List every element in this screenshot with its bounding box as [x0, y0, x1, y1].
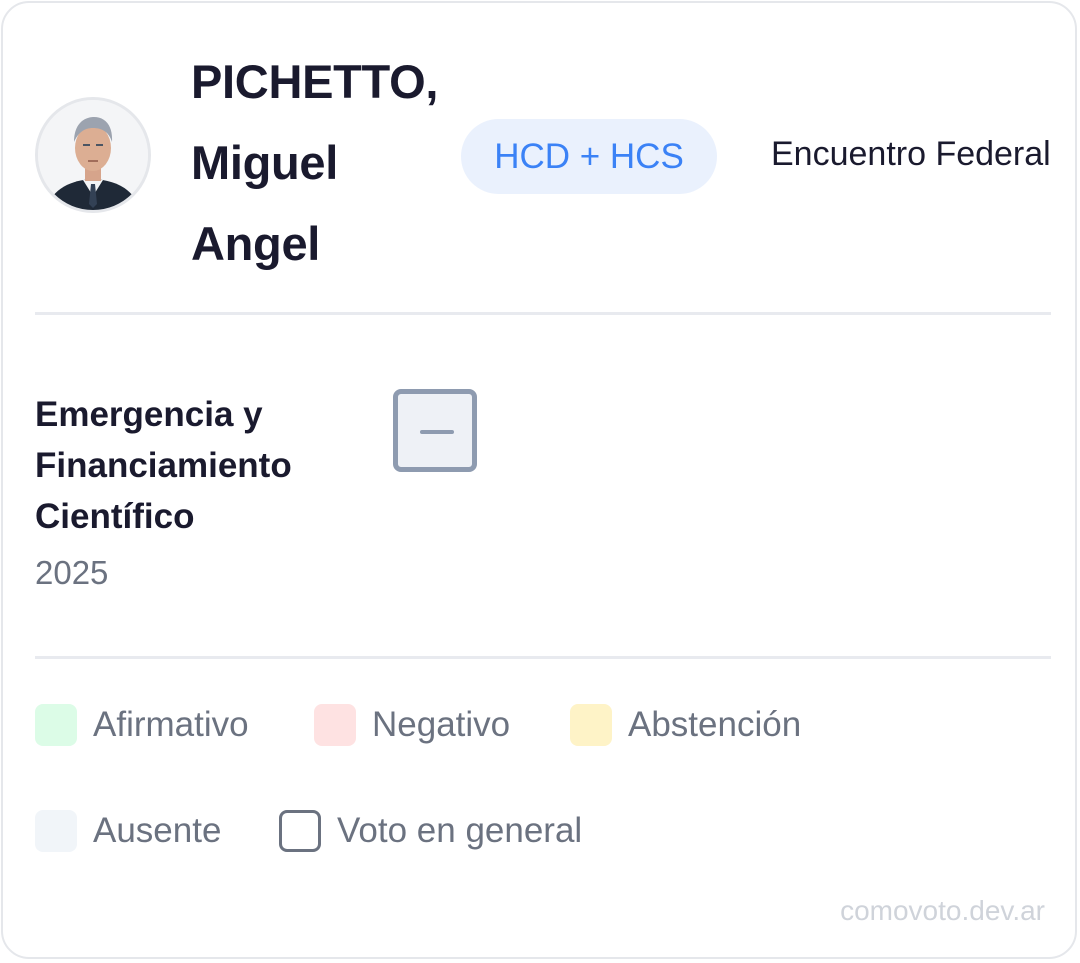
legend-swatch-abstencion	[570, 704, 612, 746]
legend-label: Voto en general	[337, 811, 583, 850]
legend-item-voto-general: Voto en general	[279, 810, 582, 852]
name-line: Angel	[191, 217, 321, 270]
legend-swatch-voto-general	[279, 810, 321, 852]
vote-title-line: Emergencia y	[35, 395, 263, 434]
party-label: Encuentro Federal	[771, 135, 1051, 173]
legend-swatch-afirmativo	[35, 704, 77, 746]
name-line: Miguel	[191, 136, 339, 189]
person-photo-icon	[38, 100, 148, 210]
divider	[35, 312, 1051, 315]
vote-title-line: Financiamiento	[35, 446, 292, 485]
site-watermark: comovoto.dev.ar	[840, 895, 1045, 926]
legend-label: Ausente	[93, 811, 222, 850]
legend-swatch-negativo	[314, 704, 356, 746]
legend-swatch-ausente	[35, 810, 77, 852]
divider	[35, 656, 1051, 659]
legend-item-ausente: Ausente	[35, 810, 221, 852]
legend-item-negativo: Negativo	[314, 704, 510, 746]
vote-title-line: Científico	[35, 497, 195, 536]
legend-label: Negativo	[372, 705, 511, 744]
legend-item-abstencion: Abstención	[570, 704, 801, 746]
legend-label: Abstención	[628, 705, 802, 744]
legislator-name: PICHETTO, Miguel Angel	[191, 41, 481, 284]
vote-title: Emergencia y Financiamiento Científico	[35, 389, 365, 542]
vote-year: 2025	[35, 554, 109, 591]
minus-box-icon	[393, 389, 477, 472]
chamber-badge: HCD + HCS	[461, 119, 717, 194]
minus-icon	[420, 430, 454, 434]
avatar	[35, 97, 151, 213]
legend-label: Afirmativo	[93, 705, 249, 744]
legend-item-afirmativo: Afirmativo	[35, 704, 249, 746]
name-line: PICHETTO,	[191, 55, 439, 108]
legislator-card: PICHETTO, Miguel Angel HCD + HCS Encuent…	[1, 1, 1077, 959]
